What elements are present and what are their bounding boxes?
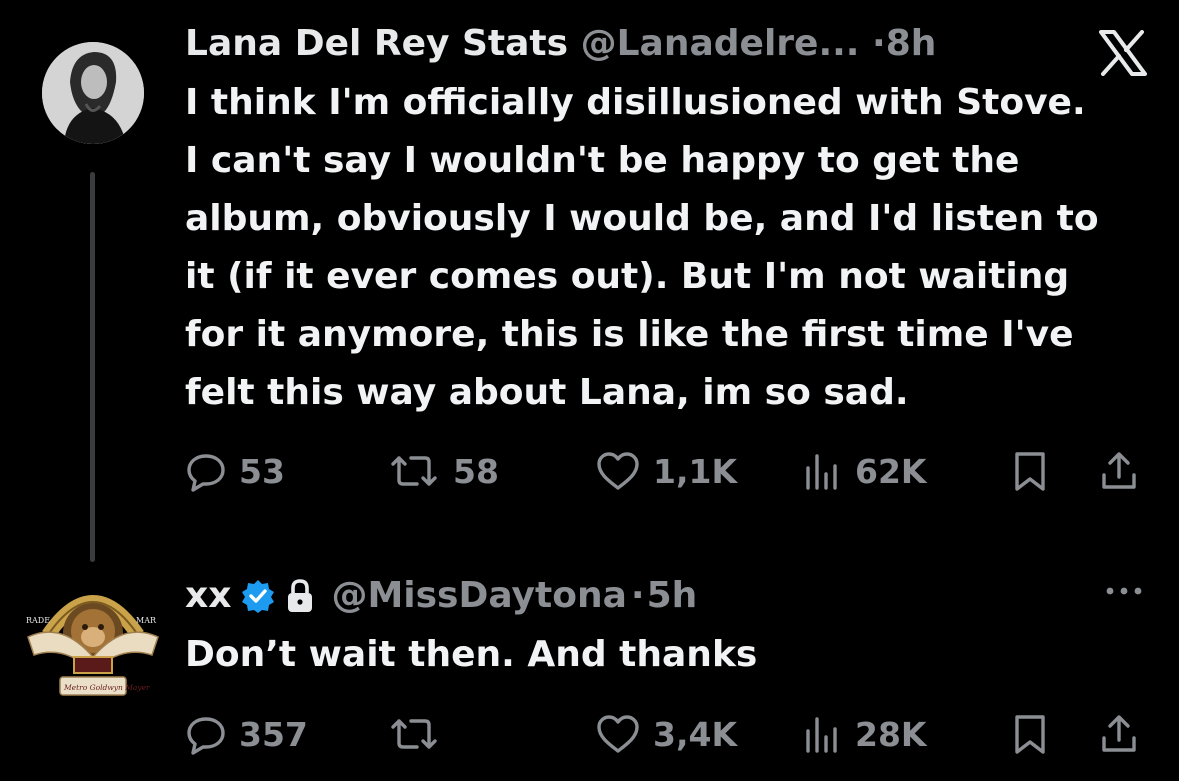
more-dots-icon	[1104, 584, 1144, 603]
reply-button[interactable]: 53	[185, 446, 285, 496]
reply-reply-count: 357	[239, 714, 308, 754]
reply-like-button[interactable]: 3,4K	[595, 709, 737, 759]
post-author-name[interactable]: Lana Del Rey Stats	[185, 23, 568, 64]
share-icon	[1099, 712, 1139, 756]
more-options-button[interactable]	[1104, 583, 1144, 603]
reply-icon	[185, 450, 227, 492]
reply-views-count: 28K	[855, 714, 927, 754]
post-author-avatar[interactable]	[42, 42, 144, 144]
heart-icon	[595, 450, 641, 492]
verified-badge-icon	[241, 579, 275, 613]
avatar-text-right: MAR	[136, 616, 157, 625]
bookmark-icon	[1011, 449, 1049, 493]
repost-count: 58	[453, 451, 499, 491]
reply-share-button[interactable]	[1099, 709, 1139, 759]
analytics-icon	[803, 713, 843, 755]
reply-author-name[interactable]: xx	[185, 574, 231, 618]
reply-views-button[interactable]: 28K	[803, 709, 927, 759]
reply-bookmark-button[interactable]	[1011, 709, 1049, 759]
reply-header: xx @MissDaytona · 5h	[185, 574, 697, 618]
post-author-handle[interactable]: @Lanadelre...	[581, 23, 860, 64]
share-button[interactable]	[1099, 446, 1139, 496]
like-count: 1,1K	[653, 451, 738, 491]
analytics-icon	[803, 450, 843, 492]
post-action-bar: 53 58 1,1K 62K	[185, 446, 1150, 496]
reply-icon	[185, 713, 227, 755]
post-text: I think I'm officially disillusioned wit…	[185, 82, 1099, 413]
x-logo-icon	[1098, 30, 1148, 80]
repost-button[interactable]: 58	[387, 446, 499, 496]
avatar-text-left: RADE	[26, 616, 50, 625]
reply-author-avatar[interactable]: RADE MAR Metro Goldwyn Mayer	[22, 575, 164, 703]
like-button[interactable]: 1,1K	[595, 446, 737, 496]
reply-reply-button[interactable]: 357	[185, 709, 308, 759]
reply-action-bar: 357 3,4K 28K	[185, 709, 1150, 759]
avatar-text-script: Metro Goldwyn Mayer	[63, 683, 150, 692]
repost-icon	[387, 450, 441, 492]
bookmark-button[interactable]	[1011, 446, 1049, 496]
bookmark-icon	[1011, 712, 1049, 756]
post-timestamp[interactable]: 8h	[886, 23, 937, 64]
reply-like-count: 3,4K	[653, 714, 738, 754]
repost-icon	[387, 713, 441, 755]
views-button[interactable]: 62K	[803, 446, 927, 496]
thread-connector-line	[90, 172, 95, 562]
heart-icon	[595, 713, 641, 755]
post-header: Lana Del Rey Stats @Lanadelre... ·8h	[185, 22, 936, 66]
share-icon	[1099, 449, 1139, 493]
reply-count: 53	[239, 451, 285, 491]
reply-timestamp[interactable]: 5h	[647, 574, 698, 618]
views-count: 62K	[855, 451, 927, 491]
reply-repost-button[interactable]	[387, 709, 453, 759]
reply-text: Don’t wait then. And thanks	[185, 634, 758, 675]
reply-separator: ·	[630, 575, 645, 616]
post-separator: ·	[872, 23, 886, 64]
lock-icon	[285, 578, 315, 614]
reply-author-handle[interactable]: @MissDaytona	[331, 574, 626, 618]
